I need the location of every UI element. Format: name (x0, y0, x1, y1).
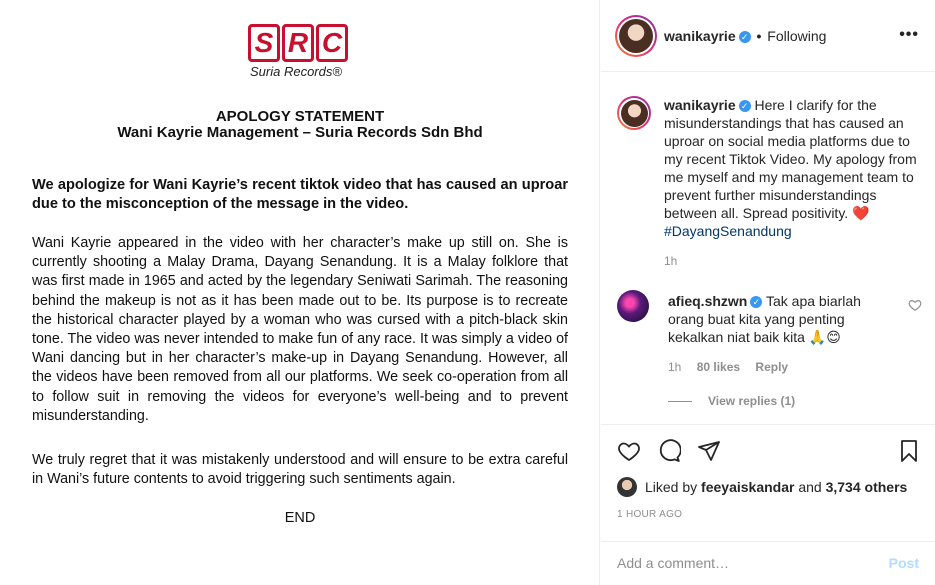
liker-username[interactable]: feeyaiskandar (701, 479, 794, 495)
post-header: wanikayrie ✓ • Following ••• (601, 0, 935, 72)
more-options-icon[interactable]: ••• (899, 26, 919, 44)
verified-icon: ✓ (738, 100, 751, 112)
comment-time[interactable]: 1h (668, 360, 681, 374)
caption-avatar[interactable] (617, 96, 651, 130)
post-image: S R C Suria Records® APOLOGY STATEMENT W… (0, 0, 600, 585)
view-replies-label: View replies (1) (708, 394, 796, 408)
bookmark-icon[interactable] (897, 439, 921, 463)
comment-likes[interactable]: 80 likes (697, 360, 740, 374)
avatar[interactable] (615, 15, 657, 57)
commenter-avatar[interactable] (617, 290, 649, 322)
statement-title: APOLOGY STATEMENT (215, 108, 385, 125)
comment-bubble-icon[interactable] (657, 439, 681, 463)
post-actions: Liked by feeyaiskandar and 3,734 others … (601, 424, 935, 585)
suria-records-logo: S R C Suria Records® (248, 24, 348, 79)
liked-by: Liked by feeyaiskandar and 3,734 others (617, 477, 907, 497)
view-replies-button[interactable]: View replies (1) (668, 394, 795, 408)
statement-bold-paragraph: We apologize for Wani Kayrie’s recent ti… (32, 177, 568, 213)
hashtag-link[interactable]: #DayangSenandung (664, 223, 792, 239)
commenter-username[interactable]: afieq.shzwn (668, 293, 747, 309)
share-send-icon[interactable] (697, 439, 721, 463)
divider (668, 400, 692, 402)
header-username[interactable]: wanikayrie (664, 28, 736, 44)
following-button[interactable]: Following (767, 28, 826, 44)
comment-form: Post (601, 541, 935, 585)
verified-icon: ✓ (738, 31, 751, 43)
liked-by-label: Liked by (645, 479, 698, 495)
logo-subtitle: Suria Records® (250, 64, 342, 79)
statement-main-paragraph: Wani Kayrie appeared in the video with h… (32, 235, 568, 424)
caption-time[interactable]: 1h (664, 254, 677, 268)
liked-others-count[interactable]: 3,734 others (826, 479, 908, 495)
post-sidebar: wanikayrie ✓ • Following ••• wanikayrie ✓ … (601, 0, 935, 585)
comment-input[interactable] (617, 552, 877, 574)
like-comment-icon[interactable] (908, 298, 922, 312)
heart-emoji: ❤️ (852, 205, 870, 221)
statement-end: END (284, 510, 316, 526)
instagram-post-view: S R C Suria Records® APOLOGY STATEMENT W… (0, 0, 935, 585)
statement-regret-paragraph: We truly regret that it was mistakenly u… (32, 452, 568, 488)
reply-button[interactable]: Reply (755, 360, 788, 374)
post-time[interactable]: 1 HOUR AGO (617, 509, 682, 520)
liker-avatar[interactable] (617, 477, 637, 497)
verified-icon: ✓ (750, 296, 763, 308)
caption-username[interactable]: wanikayrie (664, 97, 736, 113)
caption-text: Here I clarify for the misunderstandings… (664, 97, 917, 221)
post-button[interactable]: Post (889, 555, 919, 571)
like-heart-icon[interactable] (617, 439, 641, 463)
separator-dot: • (756, 28, 762, 44)
statement-subtitle: Wani Kayrie Management – Suria Records S… (117, 124, 483, 141)
liked-and-label: and (798, 479, 822, 495)
